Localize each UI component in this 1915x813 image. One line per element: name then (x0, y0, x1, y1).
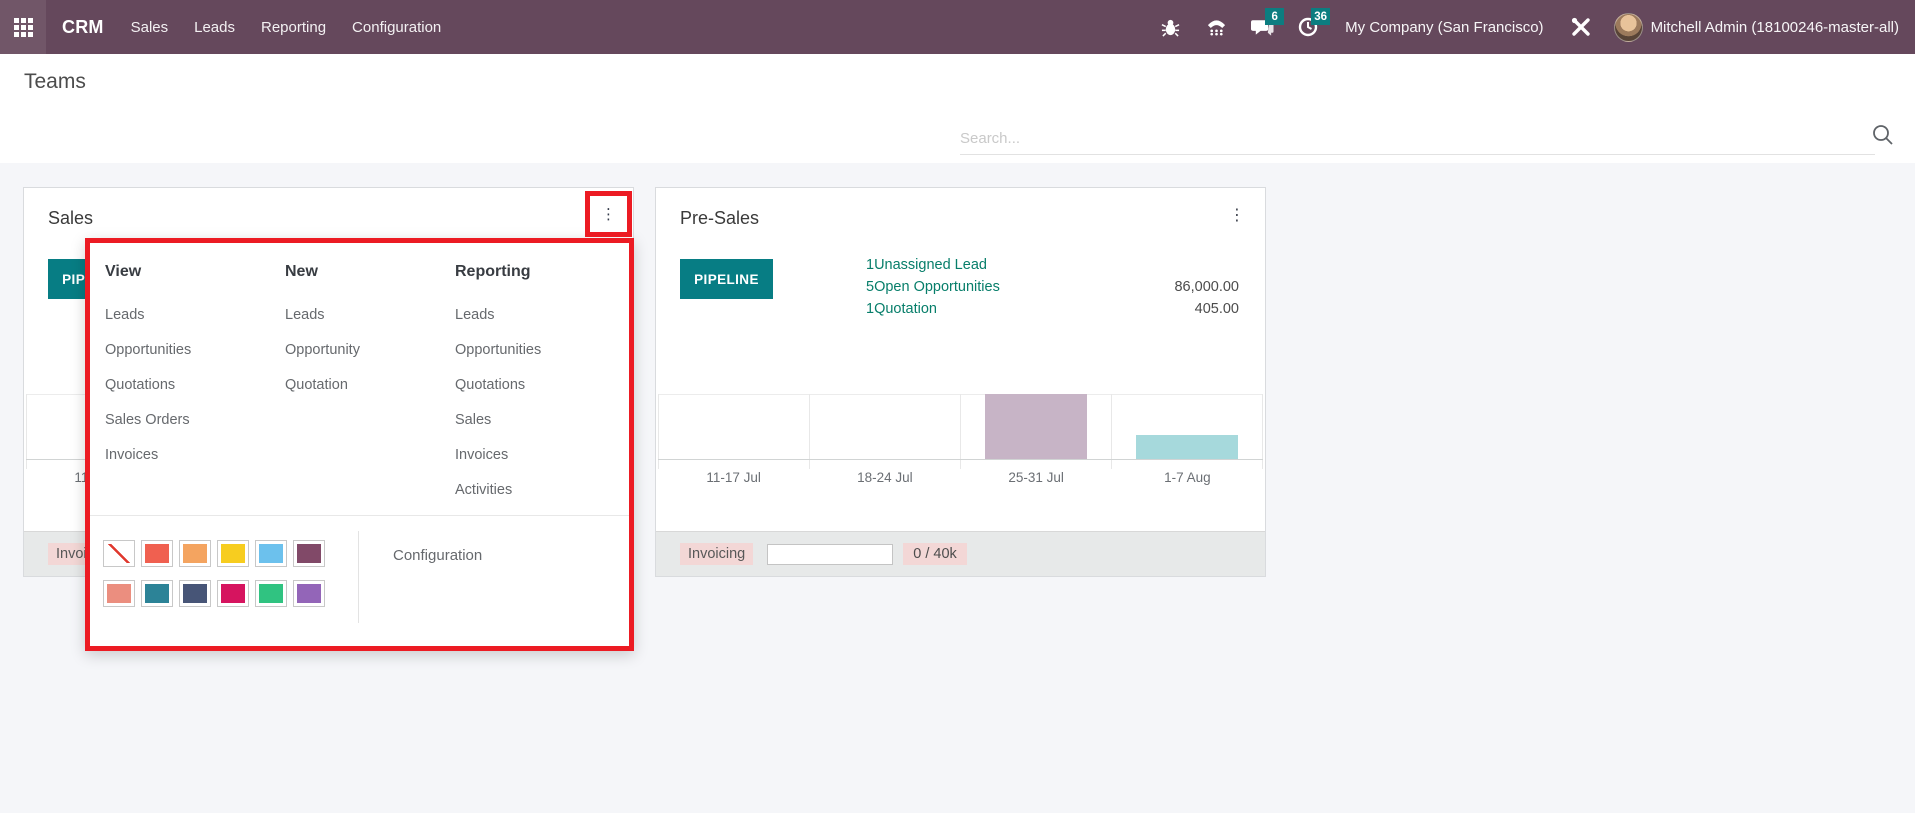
menu-item-view-quotations[interactable]: Quotations (105, 368, 275, 403)
activities-clock-icon[interactable]: 36 (1296, 15, 1320, 39)
team-bar-chart (658, 394, 1263, 469)
menu-item-reporting-quotations[interactable]: Quotations (455, 368, 625, 403)
odoo-crm-teams-screen: CRM Sales Leads Reporting Configuration … (0, 0, 1915, 813)
pipeline-button[interactable]: PIPELINE (680, 259, 773, 299)
menu-item-new-quotation[interactable]: Quotation (285, 368, 455, 403)
menu-item-configuration[interactable]: Configuration (393, 547, 482, 564)
annotation-box-kebab: ⋮ (585, 191, 632, 237)
invoicing-progressbar[interactable] (767, 544, 893, 565)
menu-item-view-opportunities[interactable]: Opportunities (105, 333, 275, 368)
menu-item-new-opportunity[interactable]: Opportunity (285, 333, 455, 368)
app-name: CRM (62, 17, 104, 38)
debug-bug-icon[interactable] (1158, 15, 1182, 39)
tools-wrench-icon[interactable] (1569, 15, 1593, 39)
card-title: Pre-Sales (680, 208, 759, 229)
menu-item-view-invoices[interactable]: Invoices (105, 438, 275, 473)
apps-menu-button[interactable] (0, 0, 46, 54)
dropdown-column-view: View Leads Opportunities Quotations Sale… (105, 260, 275, 473)
search-input[interactable] (960, 122, 1875, 155)
dropdown-divider (90, 515, 629, 516)
color-swatch-red[interactable] (141, 540, 173, 567)
color-swatch-dark-purple[interactable] (293, 540, 325, 567)
navbar-systray: 6 36 My Company (San Francisco) Mitchell… (1147, 13, 1915, 42)
search-icon[interactable] (1872, 124, 1894, 151)
team-card-presales: Pre-Sales ⋮ PIPELINE 1Unassigned Lead 5O… (655, 187, 1266, 577)
color-swatch-salmon[interactable] (103, 580, 135, 607)
nav-menu-configuration[interactable]: Configuration (339, 0, 454, 54)
user-menu[interactable]: Mitchell Admin (18100246-master-all) (1643, 19, 1915, 36)
nav-menu-sales[interactable]: Sales (118, 0, 182, 54)
quotations-link[interactable]: 1Quotation (866, 298, 1000, 320)
dropdown-column-title: View (105, 260, 275, 284)
card-amounts: 86,000.00 405.00 (1174, 276, 1239, 320)
menu-item-reporting-activities[interactable]: Activities (455, 473, 625, 508)
color-swatch-none[interactable] (103, 540, 135, 567)
company-switcher[interactable]: My Company (San Francisco) (1331, 19, 1557, 36)
messages-chat-icon[interactable]: 6 (1250, 15, 1274, 39)
chart-labels: 11-17 Jul 18-24 Jul 25-31 Jul 1-7 Aug (658, 470, 1263, 485)
menu-item-view-leads[interactable]: Leads (105, 298, 275, 333)
color-swatch-green[interactable] (255, 580, 287, 607)
chart-bar (1136, 435, 1238, 459)
color-swatch-yellow[interactable] (217, 540, 249, 567)
nav-menu-leads[interactable]: Leads (181, 0, 248, 54)
dropdown-column-new: New Leads Opportunity Quotation (285, 260, 455, 403)
color-swatch-dark-blue[interactable] (179, 580, 211, 607)
card-title: Sales (48, 208, 93, 229)
dropdown-column-title: New (285, 260, 455, 284)
color-swatch-purple[interactable] (293, 580, 325, 607)
chart-baseline (658, 459, 1263, 460)
quotations-amount: 405.00 (1174, 298, 1239, 320)
messages-badge: 6 (1265, 8, 1284, 25)
invoicing-footer: Invoicing 0 / 40k (656, 531, 1265, 576)
menu-item-reporting-sales[interactable]: Sales (455, 403, 625, 438)
control-panel: Teams Filters Group By Favorites 1-2 / 2 (0, 54, 1915, 163)
card-stats: 1Unassigned Lead 5Open Opportunities 1Qu… (866, 254, 1000, 320)
color-picker (103, 540, 325, 607)
invoicing-value: 0 / 40k (903, 543, 967, 565)
dropdown-column-reporting: Reporting Leads Opportunities Quotations… (455, 260, 625, 508)
nav-menu-reporting[interactable]: Reporting (248, 0, 339, 54)
card-kebab-menu-button[interactable]: ⋮ (1225, 202, 1249, 228)
menu-item-reporting-invoices[interactable]: Invoices (455, 438, 625, 473)
apps-grid-icon (14, 18, 33, 37)
user-avatar[interactable] (1614, 13, 1643, 42)
color-swatch-orange[interactable] (179, 540, 211, 567)
menu-item-reporting-leads[interactable]: Leads (455, 298, 625, 333)
color-swatch-fuchsia[interactable] (217, 580, 249, 607)
color-swatch-medium-blue[interactable] (141, 580, 173, 607)
menu-item-reporting-opportunities[interactable]: Opportunities (455, 333, 625, 368)
unassigned-leads-link[interactable]: 1Unassigned Lead (866, 254, 1000, 276)
menu-item-new-leads[interactable]: Leads (285, 298, 455, 333)
color-swatch-light-blue[interactable] (255, 540, 287, 567)
invoicing-label[interactable]: Invoicing (680, 543, 753, 565)
kanban-content-area: Sales PIPELINE 11-17 Jul 18-24 Jul 25-31… (0, 163, 1915, 813)
menu-item-view-sales-orders[interactable]: Sales Orders (105, 403, 275, 438)
chart-bar (985, 394, 1087, 459)
card-kebab-menu-button[interactable]: ⋮ (601, 205, 616, 223)
voip-phone-icon[interactable] (1204, 15, 1228, 39)
page-title: Teams (24, 70, 86, 94)
dropdown-column-title: Reporting (455, 260, 625, 284)
top-navbar: CRM Sales Leads Reporting Configuration … (0, 0, 1915, 54)
open-opportunities-link[interactable]: 5Open Opportunities (866, 276, 1000, 298)
opportunities-amount: 86,000.00 (1174, 276, 1239, 298)
card-dropdown-menu: View Leads Opportunities Quotations Sale… (85, 238, 634, 651)
dropdown-vertical-divider (358, 531, 359, 623)
activities-badge: 36 (1311, 8, 1330, 25)
